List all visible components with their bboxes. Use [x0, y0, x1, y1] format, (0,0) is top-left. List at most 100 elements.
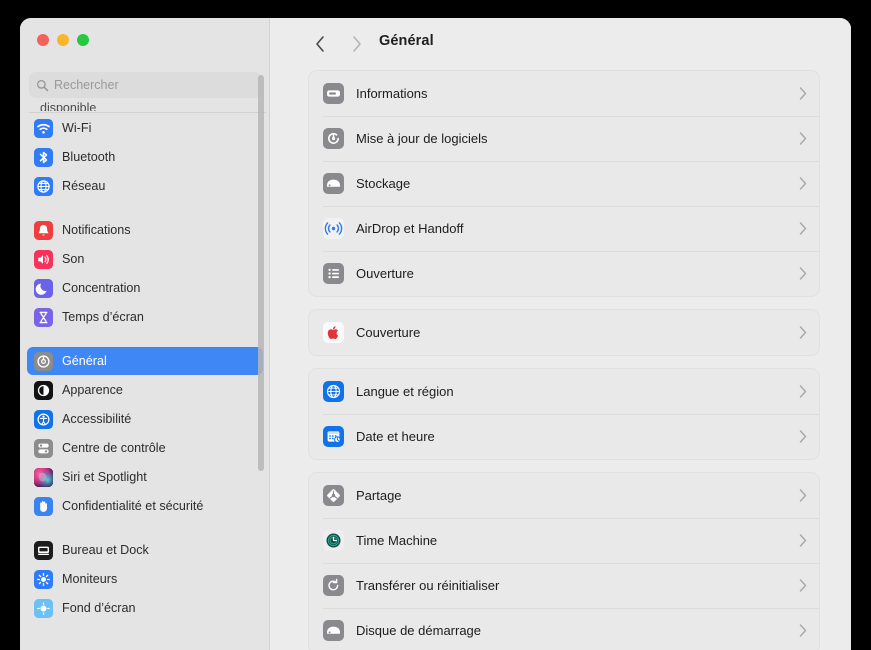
- minimize-window-button[interactable]: [57, 34, 69, 46]
- sidebar-item-bluetooth[interactable]: Bluetooth: [27, 143, 263, 171]
- appearance-icon: [34, 380, 53, 400]
- chevron-left-icon: [316, 36, 324, 52]
- sidebar-scrollbar[interactable]: [258, 75, 264, 471]
- info-mac-icon: [323, 83, 344, 104]
- sidebar-group-system: Général Apparence Accessibilité Centre d…: [20, 347, 270, 520]
- storage-icon: [323, 173, 344, 194]
- gear-icon: [34, 351, 53, 371]
- page-title: Général: [379, 33, 434, 49]
- settings-group-locale: Langue et région Date et heure: [308, 368, 820, 460]
- settings-row-time-machine[interactable]: Time Machine: [309, 518, 819, 563]
- sidebar-item-appearance[interactable]: Apparence: [27, 376, 263, 404]
- chevron-right-icon: [353, 36, 361, 52]
- sidebar-item-wallpaper[interactable]: Fond d’écran: [27, 594, 263, 622]
- chevron-right-icon: [799, 177, 807, 190]
- sidebar-item-label: Centre de contrôle: [62, 441, 166, 455]
- chevron-right-icon: [799, 385, 807, 398]
- settings-row-airdrop-handoff[interactable]: AirDrop et Handoff: [309, 206, 819, 251]
- apple-logo-icon: [323, 322, 344, 343]
- settings-row-couverture[interactable]: Couverture: [309, 310, 819, 355]
- settings-row-language-region[interactable]: Langue et région: [309, 369, 819, 414]
- back-button[interactable]: [309, 33, 331, 55]
- moon-icon: [34, 278, 53, 298]
- chevron-right-icon: [799, 132, 807, 145]
- settings-row-startup-disk[interactable]: Disque de démarrage: [309, 608, 819, 650]
- sidebar-item-label: Réseau: [62, 179, 106, 193]
- settings-row-date-time[interactable]: Date et heure: [309, 414, 819, 459]
- toolbar: Général: [271, 18, 851, 70]
- chevron-right-icon: [799, 624, 807, 637]
- sidebar-item-label: Bluetooth: [62, 150, 116, 164]
- control-center-icon: [34, 438, 53, 458]
- settings-list: Informations Mise à jour de logiciels St…: [271, 70, 851, 650]
- sidebar-item-siri-spotlight[interactable]: Siri et Spotlight: [27, 463, 263, 491]
- search-input[interactable]: [54, 78, 244, 92]
- sidebar-item-label: Confidentialité et sécurité: [62, 499, 204, 513]
- settings-row-label: Stockage: [356, 176, 411, 191]
- sidebar-item-sound[interactable]: Son: [27, 245, 263, 273]
- bluetooth-icon: [34, 147, 53, 167]
- wallpaper-icon: [34, 598, 53, 618]
- close-window-button[interactable]: [37, 34, 49, 46]
- hand-privacy-icon: [34, 496, 53, 516]
- chevron-right-icon: [799, 430, 807, 443]
- sidebar-item-label: Moniteurs: [62, 572, 118, 586]
- settings-group-sharing-backup: Partage Time Machine Transférer ou réini…: [308, 472, 820, 650]
- sidebar-item-screen-time[interactable]: Temps d’écran: [27, 303, 263, 331]
- sidebar-item-network[interactable]: Réseau: [27, 172, 263, 200]
- siri-icon: [34, 467, 53, 487]
- settings-row-label: Couverture: [356, 325, 421, 340]
- sidebar-item-wifi[interactable]: Wi-Fi: [27, 114, 263, 142]
- settings-row-informations[interactable]: Informations: [309, 71, 819, 116]
- search-field[interactable]: [29, 72, 261, 98]
- settings-row-label: Ouverture: [356, 266, 414, 281]
- chevron-right-icon: [799, 267, 807, 280]
- sidebar-item-label: Concentration: [62, 281, 141, 295]
- settings-row-software-update[interactable]: Mise à jour de logiciels: [309, 116, 819, 161]
- globe-network-icon: [34, 176, 53, 196]
- sidebar-group-alerts: Notifications Son Concentration Temps d’…: [20, 216, 270, 331]
- time-machine-icon: [323, 530, 344, 551]
- main-scrollbar[interactable]: [850, 18, 851, 650]
- sidebar-item-notifications[interactable]: Notifications: [27, 216, 263, 244]
- startup-disk-icon: [323, 620, 344, 641]
- accessibility-icon: [34, 409, 53, 429]
- chevron-right-icon: [799, 489, 807, 502]
- sidebar-item-privacy-security[interactable]: Confidentialité et sécurité: [27, 492, 263, 520]
- settings-row-storage[interactable]: Stockage: [309, 161, 819, 206]
- sidebar-item-label: Accessibilité: [62, 412, 132, 426]
- desktop-dock-icon: [34, 540, 53, 560]
- chevron-right-icon: [799, 579, 807, 592]
- settings-row-login-items[interactable]: Ouverture: [309, 251, 819, 296]
- speaker-icon: [34, 249, 53, 269]
- airdrop-icon: [323, 218, 344, 239]
- settings-row-label: Time Machine: [356, 533, 438, 548]
- sidebar-item-general[interactable]: Général: [27, 347, 263, 375]
- sidebar-item-label: Fond d’écran: [62, 601, 136, 615]
- forward-button[interactable]: [346, 33, 368, 55]
- settings-row-sharing[interactable]: Partage: [309, 473, 819, 518]
- date-time-icon: [323, 426, 344, 447]
- settings-row-transfer-reset[interactable]: Transférer ou réinitialiser: [309, 563, 819, 608]
- maximize-window-button[interactable]: [77, 34, 89, 46]
- chevron-right-icon: [799, 326, 807, 339]
- main-pane: Général Informations Mise à jour de logi…: [271, 18, 851, 650]
- settings-group-coverage: Couverture: [308, 309, 820, 356]
- sidebar-scrolled-text: disponible: [40, 102, 97, 111]
- hourglass-icon: [34, 307, 53, 327]
- sidebar-item-displays[interactable]: Moniteurs: [27, 565, 263, 593]
- settings-row-label: Partage: [356, 488, 402, 503]
- sidebar-item-accessibility[interactable]: Accessibilité: [27, 405, 263, 433]
- settings-row-label: Date et heure: [356, 429, 435, 444]
- sidebar-item-focus[interactable]: Concentration: [27, 274, 263, 302]
- software-update-icon: [323, 128, 344, 149]
- display-icon: [34, 569, 53, 589]
- sidebar-divider: [29, 112, 266, 113]
- sidebar-item-label: Temps d’écran: [62, 310, 144, 324]
- sidebar-item-desktop-dock[interactable]: Bureau et Dock: [27, 536, 263, 564]
- chevron-right-icon: [799, 222, 807, 235]
- sidebar-item-control-center[interactable]: Centre de contrôle: [27, 434, 263, 462]
